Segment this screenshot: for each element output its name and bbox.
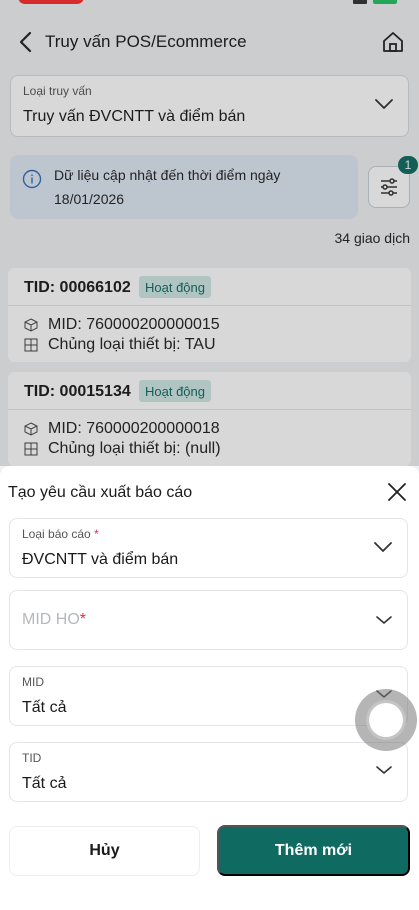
mid-value: Tất cả	[22, 699, 67, 716]
mid-select[interactable]: MID Tất cả	[9, 666, 408, 726]
sheet-title: Tạo yêu cầu xuất báo cáo	[8, 484, 193, 501]
mid-ho-placeholder: MID HO*	[22, 611, 87, 628]
tid-value: Tất cả	[22, 775, 67, 792]
modal-backdrop[interactable]	[0, 0, 419, 466]
touch-indicator-dot	[369, 703, 403, 737]
report-type-label: Loại báo cáo *	[22, 527, 99, 541]
tid-select[interactable]: TID Tất cả	[9, 742, 408, 802]
mid-label: MID	[22, 675, 44, 689]
chevron-down-icon	[376, 616, 392, 624]
touch-indicator	[355, 689, 417, 751]
mid-ho-select[interactable]: MID HO*	[9, 590, 408, 650]
close-button[interactable]	[385, 480, 409, 504]
cancel-button[interactable]: Hủy	[9, 826, 200, 876]
chevron-down-icon	[376, 766, 392, 774]
report-type-select[interactable]: Loại báo cáo * ĐVCNTT và điểm bán	[9, 518, 408, 578]
close-icon	[388, 483, 406, 501]
tid-label: TID	[22, 751, 42, 765]
add-new-button[interactable]: Thêm mới	[217, 825, 410, 876]
report-type-value: ĐVCNTT và điểm bán	[22, 551, 179, 568]
chevron-down-icon	[374, 542, 392, 552]
export-report-sheet: Tạo yêu cầu xuất báo cáo Loại báo cáo * …	[0, 466, 419, 910]
